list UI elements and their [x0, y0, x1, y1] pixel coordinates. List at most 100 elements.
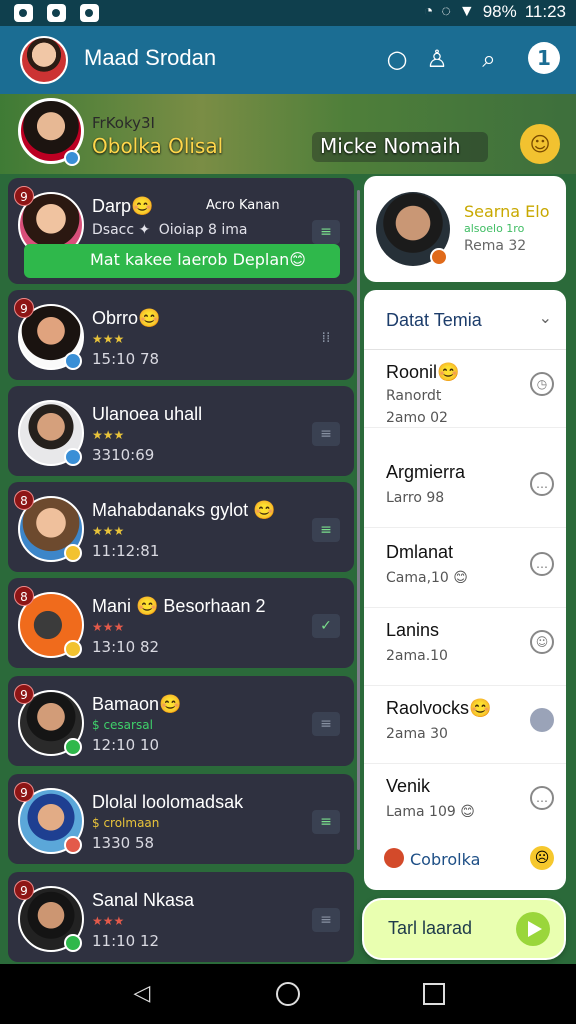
message-banner[interactable]: Mat kakee laerob Deplan😊 — [24, 244, 340, 278]
page-title: Maad Srodan — [84, 45, 217, 70]
item-subtitle: 2ama.10 — [386, 648, 448, 664]
recents-icon[interactable] — [420, 980, 448, 1008]
list-item[interactable]: Roonil😊 Ranordt 2amo 02 ◷ — [364, 350, 566, 428]
subtitle-part: Oioiap 8 ima — [158, 222, 248, 238]
chevron-down-icon[interactable]: ⌄ — [539, 308, 552, 327]
status-dot — [64, 640, 82, 658]
item-subtitle: Larro 98 — [386, 490, 445, 506]
item-title: Lanins — [386, 620, 440, 640]
start-button[interactable]: Tarl laarad — [362, 898, 566, 960]
clock-icon[interactable]: ◷ — [530, 372, 554, 396]
chat-bubble-icon[interactable]: … — [530, 786, 554, 810]
contact-time: 11:10 12 — [92, 932, 160, 950]
subtitle-part: Dsacc ✦ — [92, 222, 151, 238]
more-icon[interactable]: ⁞⁞ — [312, 326, 340, 350]
chat-item[interactable]: 9 Bamaon😊 $ cesarsal 12:10 10 ≡ — [8, 676, 354, 766]
user-avatar[interactable] — [20, 36, 68, 84]
emoji-icon[interactable]: ☹ — [530, 846, 554, 870]
scrollbar[interactable] — [357, 190, 360, 850]
chat-bubble-icon[interactable]: … — [530, 552, 554, 576]
list-item[interactable]: Dmlanat Cama,10 😊 … — [364, 530, 566, 608]
contact-time: 11:12:81 — [92, 542, 160, 560]
app-header: Maad Srodan ○ ♙ ⌕ 1 — [0, 26, 576, 94]
list-item[interactable]: Lanins 2ama.10 ☺ — [364, 608, 566, 686]
profile-card[interactable]: Searna Elo alsoelo 1ro Rema 32 — [364, 176, 566, 282]
chat-action-icon[interactable]: ≡ — [312, 908, 340, 932]
chat-item[interactable]: Ulanoea uhall ★★★ 3310:69 ≡ — [8, 386, 354, 476]
contact-time: 3310:69 — [92, 446, 155, 464]
item-title: Roonil😊 — [386, 362, 460, 382]
vibrate-icon: ◌ — [441, 3, 451, 20]
search-icon[interactable]: ⌕ — [472, 42, 506, 76]
chat-action-icon[interactable]: ≡ — [312, 810, 340, 834]
status-circle-icon[interactable]: ○ — [380, 42, 414, 76]
story-name[interactable]: Obolka Olisal — [92, 134, 223, 158]
emoji-icon[interactable]: ☺ — [520, 124, 560, 164]
panel-footer[interactable]: Cobrolka ☹ — [364, 838, 566, 882]
contact-name: Dlolal loolomadsak — [92, 792, 244, 812]
battery-level: 98% — [482, 2, 517, 21]
chat-item[interactable]: 8 Mani 😊 Besorhaan 2 ★★★ 13:10 82 ✓ — [8, 578, 354, 668]
unread-badge: 9 — [14, 298, 34, 318]
story-right-name[interactable]: Micke Nomaih — [312, 132, 488, 162]
message-notification-icon — [80, 4, 99, 22]
alarm-icon: ◔ — [423, 3, 434, 20]
profile-subtitle: alsoelo 1ro — [464, 222, 525, 235]
unread-badge: 8 — [14, 490, 34, 510]
unread-badge: 8 — [14, 586, 34, 606]
status-dot — [64, 836, 82, 854]
contact-tag: Acro Kanan — [206, 198, 280, 213]
unread-badge: 9 — [14, 782, 34, 802]
chat-action-icon[interactable]: ≡ — [312, 422, 340, 446]
story-label: FrKoky3I — [92, 114, 155, 132]
status-dot — [64, 738, 82, 756]
status-dot — [64, 448, 82, 466]
list-item[interactable]: Venik Lama 109 😊 … — [364, 764, 566, 842]
start-button-label: Tarl laarad — [388, 918, 473, 938]
contact-subtitle: $ crolmaan — [92, 816, 160, 830]
back-icon[interactable]: ◁ — [128, 980, 156, 1008]
chat-item[interactable]: 9 Sanal Nkasa ★★★ 11:10 12 ≡ — [8, 872, 354, 962]
unread-badge: 9 — [14, 186, 34, 206]
list-item[interactable]: Argmierra Larro 98 … — [364, 450, 566, 528]
item-title: Raolvocks😊 — [386, 698, 492, 718]
chat-action-icon[interactable]: ≡ — [312, 220, 340, 244]
item-subtitle: Lama 109 😊 — [386, 804, 475, 820]
item-title: Dmlanat — [386, 542, 454, 562]
chat-list: 9 Darp😊 Acro Kanan Dsacc ✦ Oioiap 8 ima … — [8, 178, 354, 964]
side-panel: Datat Temia ⌄ Roonil😊 Ranordt 2amo 02 ◷ … — [364, 290, 566, 890]
status-dot — [64, 352, 82, 370]
contact-subtitle: ★★★ — [92, 620, 125, 634]
contact-name: Mani 😊 Besorhaan 2 — [92, 596, 266, 616]
status-bar: ◔ ◌ ▼ 98% 11:23 — [0, 0, 576, 26]
contact-time: 1330 58 — [92, 834, 155, 852]
panel-header[interactable]: Datat Temia ⌄ — [364, 290, 566, 350]
chat-action-icon[interactable]: ≡ — [312, 518, 340, 542]
item-subtitle-2: 2amo 02 — [386, 410, 448, 426]
check-icon[interactable]: ✓ — [312, 614, 340, 638]
emoji-bubble-icon[interactable]: ☺ — [530, 630, 554, 654]
chat-item[interactable]: 9 Dlolal loolomadsak $ crolmaan 1330 58 … — [8, 774, 354, 864]
clock: 11:23 — [524, 2, 566, 21]
contact-name: Sanal Nkasa — [92, 890, 195, 910]
chat-item[interactable]: 9 Obrro😊 ★★★ 15:10 78 ⁞⁞ — [8, 290, 354, 380]
puzzle-icon[interactable] — [530, 708, 554, 732]
contact-name: Obrro😊 — [92, 308, 161, 328]
chat-bubble-icon[interactable]: … — [530, 472, 554, 496]
navigation-bar: ◁ — [0, 964, 576, 1024]
app-notification-icon — [47, 4, 66, 22]
contacts-icon[interactable]: ♙ — [420, 42, 454, 76]
item-subtitle: Cama,10 😊 — [386, 570, 468, 586]
chat-action-icon[interactable]: ≡ — [312, 712, 340, 736]
game-background — [0, 94, 576, 174]
info-icon[interactable]: 1 — [528, 42, 560, 74]
play-icon — [516, 912, 550, 946]
chat-item[interactable]: 8 Mahabdanaks gylot 😊 ★★★ 11:12:81 ≡ — [8, 482, 354, 572]
list-item[interactable]: Raolvocks😊 2ama 30 — [364, 686, 566, 764]
profile-number: Rema 32 — [464, 238, 527, 254]
online-badge — [64, 150, 80, 166]
notification-icon — [14, 4, 33, 22]
home-icon[interactable] — [274, 980, 302, 1008]
chat-item[interactable]: 9 Darp😊 Acro Kanan Dsacc ✦ Oioiap 8 ima … — [8, 178, 354, 284]
status-dot — [64, 544, 82, 562]
